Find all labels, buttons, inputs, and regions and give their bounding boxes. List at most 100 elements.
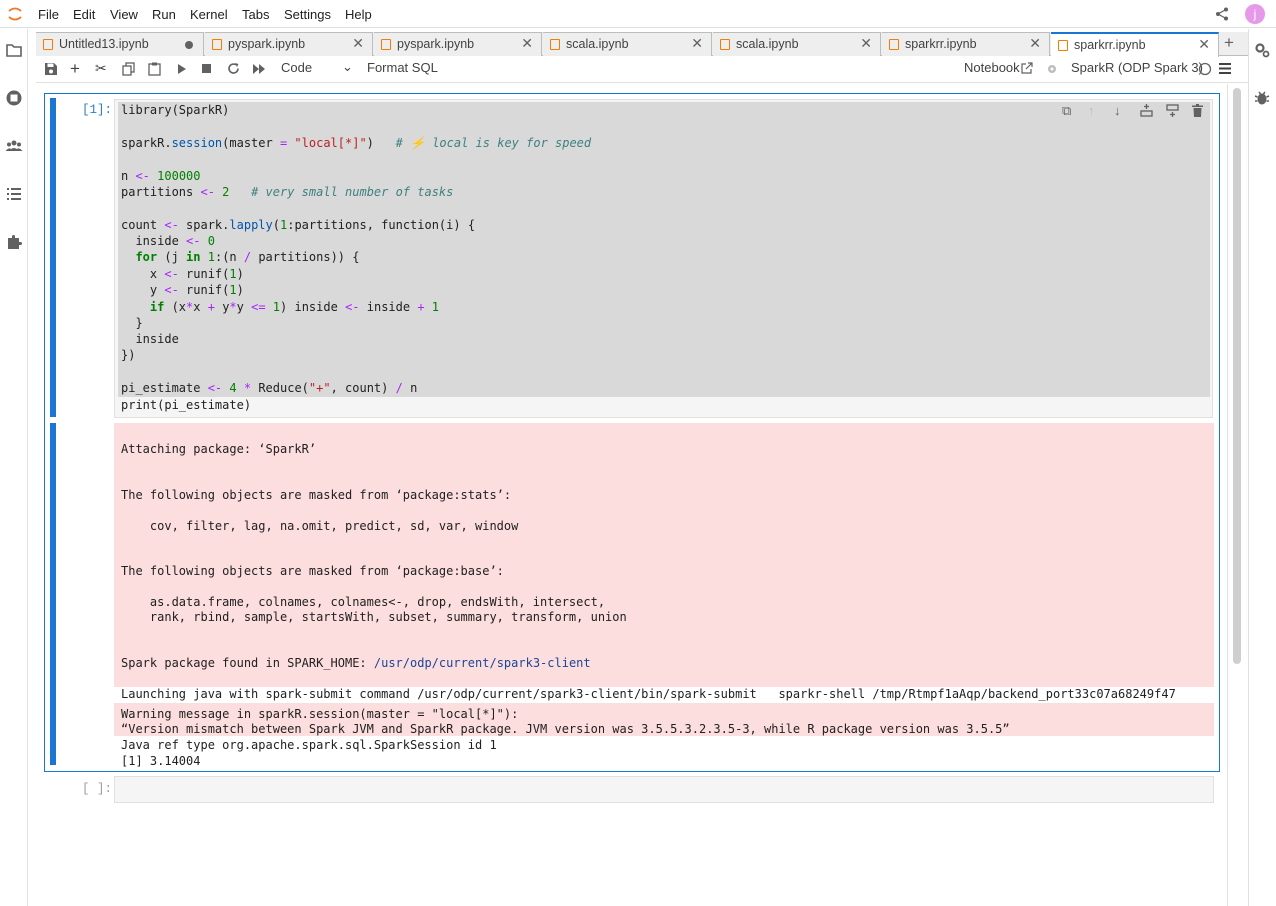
tab-sparkrr-1[interactable]: sparkrr.ipynb ✕	[882, 32, 1050, 56]
tab-pyspark-2[interactable]: pyspark.ipynb ✕	[374, 32, 542, 56]
code-line: y <- runif(1)	[121, 283, 244, 297]
code-line: }	[121, 316, 143, 330]
spark-home-path: /usr/odp/current/spark3-client	[373, 656, 591, 670]
chevron-down-icon[interactable]: ⌄	[342, 59, 353, 75]
menu-settings[interactable]: Settings	[284, 7, 331, 22]
notebook-icon	[889, 39, 899, 50]
code-line: pi_estimate <- 4 * Reduce("+", count) / …	[121, 381, 418, 395]
notebook-icon	[720, 39, 730, 50]
collaborators-icon[interactable]	[5, 137, 23, 155]
output-line: Java ref type org.apache.spark.sql.Spark…	[121, 738, 497, 752]
share-icon[interactable]	[1214, 6, 1230, 22]
move-down-arrow-icon[interactable]: ↓	[1114, 103, 1128, 118]
input-collapser[interactable]	[50, 98, 56, 417]
menu-file[interactable]: File	[38, 7, 59, 22]
move-up-arrow-icon[interactable]: ↑	[1088, 103, 1102, 118]
close-icon[interactable]: ✕	[691, 35, 703, 52]
menu-run[interactable]: Run	[152, 7, 176, 22]
code-line: library(SparkR)	[121, 103, 230, 117]
kernel-name[interactable]: SparkR (ODP Spark 3)	[1071, 60, 1203, 75]
running-kernels-icon[interactable]	[5, 89, 23, 107]
kernel-status-circle-icon	[1198, 62, 1212, 76]
tab-label: pyspark.ipynb	[228, 37, 306, 51]
close-icon[interactable]: ✕	[1198, 36, 1210, 53]
right-sidebar	[1248, 29, 1276, 906]
output-line: Warning message in sparkR.session(master…	[121, 707, 519, 721]
extensions-icon[interactable]	[5, 233, 23, 251]
tab-scala-1[interactable]: scala.ipynb ✕	[543, 32, 712, 56]
close-icon[interactable]: ✕	[352, 35, 364, 52]
kernel-gear-icon	[1048, 65, 1056, 73]
code-line: if (x*x + y*y <= 1) inside <- inside + 1	[149, 300, 440, 314]
paste-icon[interactable]	[148, 62, 161, 76]
code-line: sparkR.session(master = "local[*]") # ⚡ …	[121, 136, 592, 150]
close-icon[interactable]: ✕	[860, 35, 872, 52]
close-icon[interactable]: ✕	[1029, 35, 1041, 52]
duplicate-cell-icon[interactable]: ⧉	[1062, 103, 1076, 118]
save-icon[interactable]	[44, 62, 58, 76]
tab-label: pyspark.ipynb	[397, 37, 475, 51]
menu-view[interactable]: View	[110, 7, 138, 22]
insert-cell-plus-icon[interactable]: +	[70, 59, 80, 79]
output-line: “Version mismatch between Spark JVM and …	[121, 722, 1010, 736]
code-line: for (j in 1:(n / partitions)) {	[135, 250, 360, 264]
copy-icon[interactable]	[122, 62, 135, 76]
insert-below-icon[interactable]	[1166, 104, 1179, 117]
debugger-bug-icon[interactable]	[1253, 89, 1271, 107]
tab-label: scala.ipynb	[736, 37, 799, 51]
cut-icon[interactable]: ✂	[95, 60, 107, 77]
execution-count-prompt: [1]:	[82, 103, 113, 117]
empty-code-editor[interactable]	[114, 776, 1214, 803]
output-line: Launching java with spark-submit command…	[121, 687, 1176, 701]
tab-scala-2[interactable]: scala.ipynb ✕	[713, 32, 881, 56]
code-line: count <- spark.lapply(1:partitions, func…	[121, 218, 476, 232]
table-of-contents-icon[interactable]	[5, 185, 23, 203]
scrollbar-thumb[interactable]	[1233, 88, 1241, 664]
open-notebook-button[interactable]: Notebook	[964, 60, 1020, 75]
fast-forward-icon[interactable]	[253, 64, 266, 74]
menu-help[interactable]: Help	[345, 7, 372, 22]
menu-edit[interactable]: Edit	[73, 7, 95, 22]
jupyter-logo-icon[interactable]	[6, 5, 24, 23]
external-link-icon[interactable]	[1021, 62, 1033, 74]
code-line: inside	[121, 332, 179, 346]
output-line: Spark package found in SPARK_HOME: /usr/…	[121, 656, 591, 670]
folder-icon[interactable]	[5, 41, 23, 59]
unsaved-dot-icon[interactable]	[185, 41, 193, 49]
code-line: })	[121, 348, 136, 362]
insert-above-icon[interactable]	[1140, 104, 1153, 117]
menu-hamburger-icon[interactable]	[1219, 63, 1231, 74]
property-inspector-gear-icon[interactable]	[1253, 41, 1271, 59]
left-sidebar	[0, 29, 28, 906]
stderr-output	[114, 423, 1214, 687]
output-collapser[interactable]	[50, 423, 56, 765]
tab-label: sparkrr.ipynb	[905, 37, 977, 51]
output-line: Attaching package: ‘SparkR’	[121, 442, 317, 456]
delete-trash-icon[interactable]	[1192, 104, 1203, 117]
output-line: The following objects are masked from ‘p…	[121, 564, 504, 578]
menu-tabs[interactable]: Tabs	[242, 7, 269, 22]
output-line: as.data.frame, colnames, colnames<-, dro…	[121, 595, 606, 609]
output-line: cov, filter, lag, na.omit, predict, sd, …	[121, 519, 519, 533]
stop-icon[interactable]	[202, 64, 211, 73]
spark-home-label: Spark package found in SPARK_HOME:	[121, 656, 374, 670]
tab-sparkrr-active[interactable]: sparkrr.ipynb ✕	[1051, 32, 1219, 57]
tab-untitled13[interactable]: Untitled13.ipynb	[36, 32, 204, 56]
notebook-icon	[1058, 40, 1068, 51]
tab-label: Untitled13.ipynb	[59, 37, 149, 51]
tab-pyspark-1[interactable]: pyspark.ipynb ✕	[205, 32, 373, 56]
tab-label: scala.ipynb	[566, 37, 629, 51]
menu-kernel[interactable]: Kernel	[190, 7, 228, 22]
restart-icon[interactable]	[227, 62, 240, 75]
new-tab-plus-icon[interactable]: +	[1224, 33, 1234, 53]
output-line: The following objects are masked from ‘p…	[121, 488, 512, 502]
output-line: [1] 3.14004	[121, 754, 201, 768]
execution-count-prompt: [ ]:	[82, 782, 113, 796]
format-sql-button[interactable]: Format SQL	[367, 60, 438, 75]
notebook-icon	[550, 39, 560, 50]
notebook-icon	[43, 39, 53, 50]
user-avatar[interactable]: j	[1245, 4, 1265, 24]
run-play-icon[interactable]	[177, 64, 186, 74]
close-icon[interactable]: ✕	[521, 35, 533, 52]
cell-type-select[interactable]: Code	[281, 60, 312, 75]
